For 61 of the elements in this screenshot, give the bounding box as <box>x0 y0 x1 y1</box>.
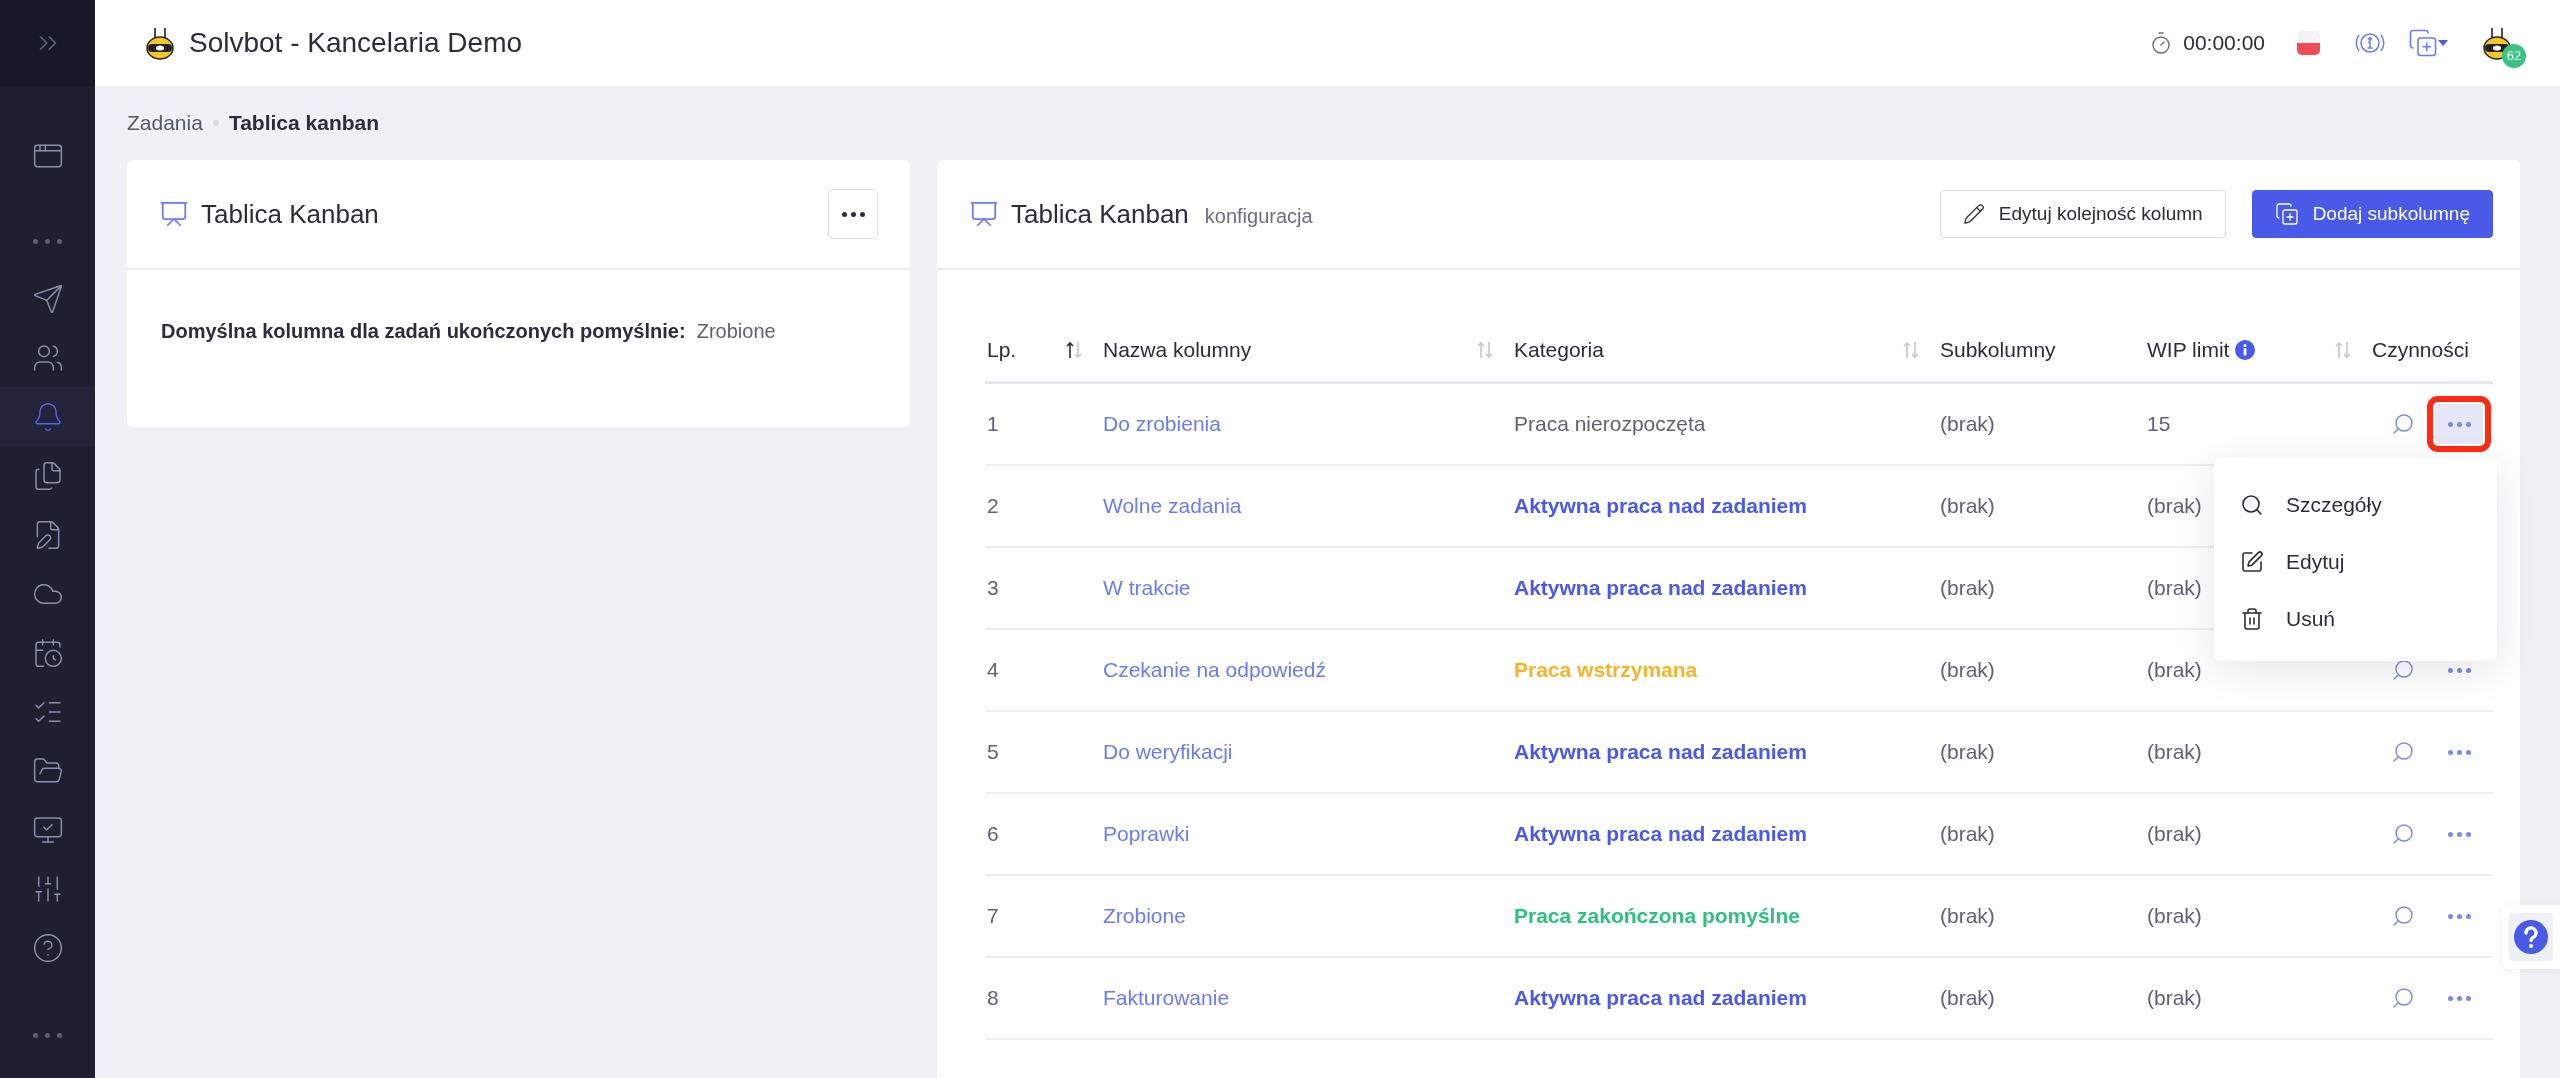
table-cell-text: 2 <box>986 494 1000 518</box>
column-name-link[interactable]: W trakcie <box>1103 576 1191 599</box>
column-header: Nazwa kolumny <box>1103 337 1252 362</box>
column-name-link[interactable]: Do weryfikacji <box>1103 740 1233 763</box>
category-cell-text: Aktywna praca nad zadaniem <box>1513 740 1808 764</box>
avatar-button[interactable]: 62 <box>2482 26 2526 68</box>
column-header: Kategoria <box>1514 337 1604 362</box>
table-cell-text: (brak) <box>2146 986 2203 1010</box>
table-cell-text: (brak) <box>1939 822 1996 846</box>
add-subcolumn-button[interactable]: Dodaj subkolumnę <box>2251 190 2493 238</box>
table-cell-text: (brak) <box>2146 658 2203 682</box>
column-header: Subkolumny <box>1940 337 2056 362</box>
table-cell-text: 15 <box>2146 412 2172 436</box>
table-cell-text: 6 <box>986 822 1000 846</box>
category-cell-text: Praca zakończona pomyślne <box>1513 904 1801 928</box>
category-cell-text: Praca wstrzymana <box>1513 658 1699 682</box>
column-name-link[interactable]: Fakturowanie <box>1103 986 1230 1009</box>
category-cell-text: Aktywna praca nad zadaniem <box>1513 986 1808 1010</box>
table-cell-text: (brak) <box>1939 740 1996 764</box>
table-cell-text: 8 <box>986 986 1000 1010</box>
app-title: Solvbot - Kancelaria Demo <box>189 27 523 59</box>
table-cell-text: (brak) <box>2146 494 2203 518</box>
table-cell-text: (brak) <box>1939 904 1996 928</box>
timer-text: 00:00:00 <box>2183 31 2265 55</box>
table-cell-text: (brak) <box>2146 576 2203 600</box>
breadcrumb-link[interactable]: Zadania <box>127 111 203 135</box>
breadcrumb-link[interactable]: Tablica kanban <box>228 111 380 135</box>
column-header: Lp. <box>987 337 1017 362</box>
table-cell-text: (brak) <box>1939 658 1996 682</box>
menu-item[interactable]: Szczegóły <box>2214 476 2497 533</box>
table-cell-text: (brak) <box>1939 494 1996 518</box>
category-cell-text: Praca nierozpoczęta <box>1513 412 1707 436</box>
menu-item[interactable]: Edytuj <box>2214 533 2497 590</box>
table-cell-text: (brak) <box>1939 986 1996 1010</box>
column-name-link[interactable]: Do zrobienia <box>1103 412 1221 435</box>
table-cell-text: (brak) <box>1939 412 1996 436</box>
notification-badge: 62 <box>2502 43 2526 68</box>
column-name-link[interactable]: Zrobione <box>1103 904 1186 927</box>
table-cell-text: 5 <box>986 740 1000 764</box>
category-cell-text: Aktywna praca nad zadaniem <box>1513 576 1808 600</box>
card-subtitle: konfiguracja <box>1204 204 1313 228</box>
table-cell-text: (brak) <box>2146 904 2203 928</box>
category-cell-text: Aktywna praca nad zadaniem <box>1513 822 1808 846</box>
category-cell-text: Aktywna praca nad zadaniem <box>1513 494 1808 518</box>
table-cell-text: (brak) <box>2146 740 2203 764</box>
table-cell-text: 1 <box>986 412 1000 436</box>
table-cell-text: 7 <box>986 904 1000 928</box>
card-title: Tablica Kanban <box>1011 198 1189 230</box>
default-column-text: Domyślna kolumna dla zadań ukończonych pomyślnie: Zrobione <box>161 320 777 343</box>
column-name-link[interactable]: Poprawki <box>1103 822 1190 845</box>
table-cell-text: (brak) <box>2146 822 2203 846</box>
card-title: Tablica Kanban <box>201 198 379 230</box>
table-cell-text: 4 <box>986 658 1000 682</box>
table-cell-text: 3 <box>986 576 1000 600</box>
column-header: WIP limit <box>2147 337 2256 362</box>
column-header: Czynności <box>2372 337 2469 362</box>
edit-order-button[interactable]: Edytuj kolejność kolumn <box>1939 190 2226 238</box>
column-name-link[interactable]: Wolne zadania <box>1103 494 1242 517</box>
table-cell-text: (brak) <box>1939 576 1996 600</box>
menu-item[interactable]: Usuń <box>2214 590 2497 647</box>
column-name-link[interactable]: Czekanie na odpowiedź <box>1103 658 1326 681</box>
